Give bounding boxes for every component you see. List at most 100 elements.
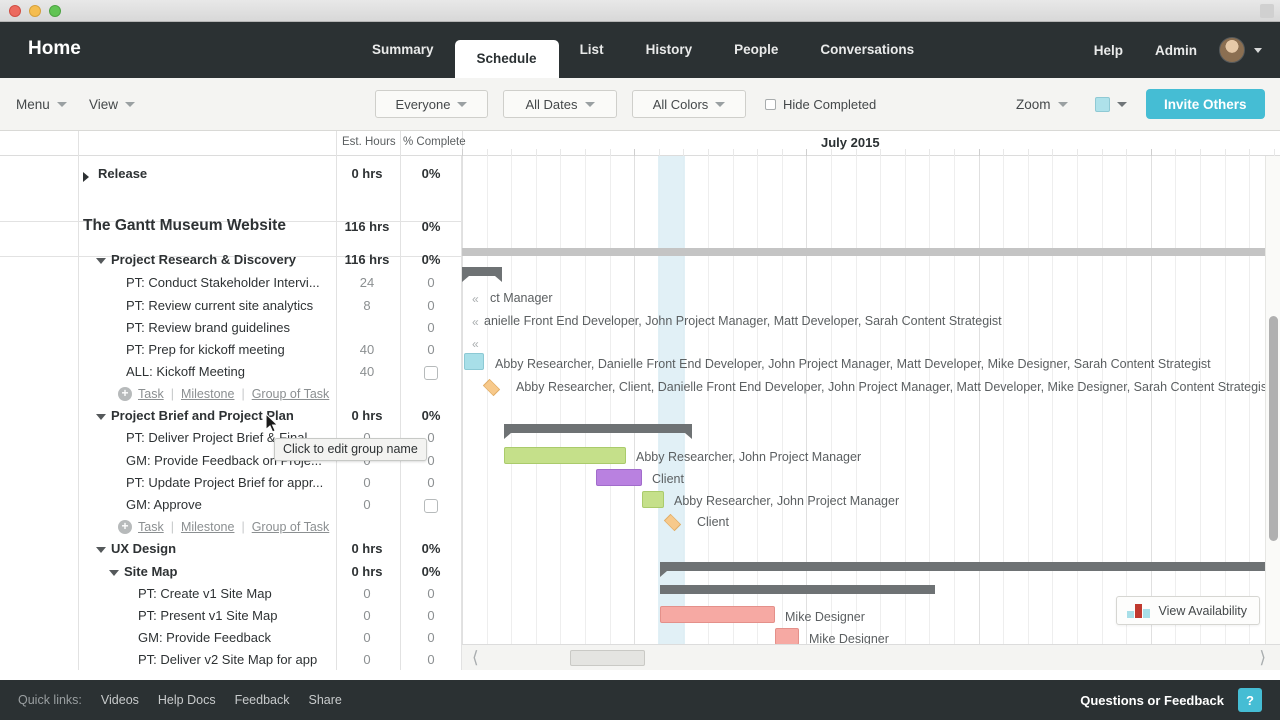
add-task-link[interactable]: Task [138, 520, 164, 534]
footer-link-feedback[interactable]: Feedback [235, 693, 290, 707]
tab-history[interactable]: History [625, 22, 714, 78]
hide-completed-checkbox[interactable] [765, 98, 776, 110]
gantt-bar-task[interactable] [596, 469, 642, 486]
filter-all-dates[interactable]: All Dates [503, 90, 617, 118]
row-name[interactable]: GM: Approve [126, 497, 202, 512]
table-row[interactable]: GM: Provide Feedback 0 0 [0, 628, 462, 650]
gantt-bar-task[interactable] [464, 353, 484, 370]
row-name[interactable]: Site Map [124, 564, 177, 579]
menu-dropdown[interactable]: Menu [16, 97, 67, 112]
row-name[interactable]: PT: Create v1 Site Map [138, 586, 272, 601]
admin-link[interactable]: Admin [1139, 43, 1213, 58]
table-row[interactable]: PT: Create v1 Site Map 0 0 [0, 584, 462, 606]
scroll-left-arrow[interactable]: ⟨ [462, 648, 489, 668]
row-name[interactable]: PT: Review brand guidelines [126, 320, 290, 335]
gantt-bar-task[interactable] [660, 606, 775, 623]
maximize-window-icon[interactable] [49, 4, 61, 17]
row-name[interactable]: GM: Provide Feedback [138, 630, 271, 645]
vertical-scrollbar-track[interactable] [1265, 156, 1280, 670]
task-list-pane[interactable]: Release 0 hrs 0% The Gantt Museum Website 11… [0, 156, 462, 670]
vertical-scrollbar-thumb[interactable] [1269, 316, 1278, 541]
filter-all-colors[interactable]: All Colors [632, 90, 746, 118]
table-row[interactable]: UX Design 0 hrs 0% [0, 539, 462, 561]
table-row[interactable]: PT: Update Project Brief for appr... 0 0 [0, 473, 462, 495]
table-row[interactable]: PT: Present v1 Site Map 0 0 [0, 606, 462, 628]
gantt-bar-task[interactable] [775, 628, 799, 645]
row-name[interactable]: ALL: Kickoff Meeting [126, 364, 245, 379]
color-picker[interactable] [1095, 96, 1127, 112]
scroll-right-arrow[interactable]: ⟩ [1249, 648, 1276, 668]
tab-schedule[interactable]: Schedule [454, 40, 559, 78]
gantt-chart-canvas[interactable]: « ct Manager « anielle Front End Develop… [462, 156, 1280, 670]
plus-icon[interactable]: + [118, 387, 132, 401]
hide-completed-toggle[interactable]: Hide Completed [765, 97, 876, 112]
help-question-icon[interactable]: ? [1238, 688, 1262, 712]
horizontal-scrollbar-thumb[interactable] [570, 649, 645, 666]
collapse-triangle-icon[interactable] [96, 547, 106, 553]
gantt-bar-uxdesign-summary[interactable] [660, 562, 1280, 577]
titlebar-extra-button[interactable] [1260, 4, 1274, 18]
table-row[interactable]: ALL: Kickoff Meeting 40 [0, 362, 462, 384]
gantt-bar-sitemap-summary[interactable] [660, 585, 935, 594]
tab-people[interactable]: People [713, 22, 799, 78]
tab-conversations[interactable]: Conversations [799, 22, 935, 78]
table-row[interactable]: PT: Review brand guidelines 0 [0, 318, 462, 340]
row-name[interactable]: PT: Review current site analytics [126, 298, 313, 313]
table-row[interactable]: PT: Deliver v2 Site Map for app 0 0 [0, 650, 462, 670]
gantt-bar-task[interactable] [504, 447, 626, 464]
zoom-control[interactable]: Zoom [1016, 97, 1068, 112]
gantt-bar-research-summary[interactable] [462, 267, 502, 282]
row-name[interactable]: PT: Prep for kickoff meeting [126, 342, 285, 357]
add-milestone-link[interactable]: Milestone [181, 387, 235, 401]
table-row[interactable]: Site Map 0 hrs 0% [0, 562, 462, 584]
add-group-link[interactable]: Group of Task [252, 520, 330, 534]
collapse-triangle-icon[interactable] [96, 258, 106, 264]
add-group-link[interactable]: Group of Task [252, 387, 330, 401]
add-milestone-link[interactable]: Milestone [181, 520, 235, 534]
table-row[interactable]: PT: Review current site analytics 8 0 [0, 296, 462, 318]
gantt-milestone-diamond[interactable] [482, 378, 501, 397]
row-name[interactable]: PT: Conduct Stakeholder Intervi... [126, 275, 320, 290]
row-name[interactable]: Project Research & Discovery [111, 252, 296, 267]
row-name[interactable]: PT: Update Project Brief for appr... [126, 475, 323, 490]
brand-home-link[interactable]: Home [28, 38, 81, 60]
row-name[interactable]: The Gantt Museum Website [83, 217, 286, 235]
footer-link-help-docs[interactable]: Help Docs [158, 693, 216, 707]
table-row[interactable]: PT: Prep for kickoff meeting 40 0 [0, 340, 462, 362]
gantt-bar-project-summary[interactable] [462, 248, 1280, 256]
view-dropdown[interactable]: View [89, 97, 136, 112]
invite-others-button[interactable]: Invite Others [1146, 89, 1265, 119]
table-row[interactable]: GM: Approve 0 [0, 495, 462, 517]
close-window-icon[interactable] [9, 4, 21, 17]
row-complete-checkbox[interactable] [424, 499, 438, 513]
table-row[interactable]: The Gantt Museum Website 116 hrs 0% [0, 217, 462, 239]
questions-or-feedback-label[interactable]: Questions or Feedback [1080, 693, 1224, 708]
row-name[interactable]: PT: Deliver v2 Site Map for app [138, 652, 317, 667]
table-row[interactable]: Project Research & Discovery 116 hrs 0% [0, 250, 462, 272]
help-link[interactable]: Help [1078, 43, 1139, 58]
row-name[interactable]: Release [98, 166, 147, 181]
row-name[interactable]: UX Design [111, 541, 176, 556]
collapse-triangle-icon[interactable] [96, 414, 106, 420]
tab-list[interactable]: List [559, 22, 625, 78]
minimize-window-icon[interactable] [29, 4, 41, 17]
filter-everyone[interactable]: Everyone [375, 90, 488, 118]
table-row[interactable]: Release 0 hrs 0% [0, 164, 462, 186]
expand-triangle-icon[interactable] [83, 172, 89, 182]
chevron-down-icon[interactable] [1254, 47, 1262, 53]
gantt-bar-brief-summary[interactable] [504, 424, 692, 439]
plus-icon[interactable]: + [118, 520, 132, 534]
row-complete-checkbox[interactable] [424, 366, 438, 380]
avatar[interactable] [1219, 37, 1245, 63]
chevron-down-icon[interactable] [1117, 101, 1127, 107]
color-swatch[interactable] [1095, 96, 1110, 112]
table-row[interactable]: Project Brief and Project Plan 0 hrs 0% [0, 406, 462, 428]
gantt-bar-task[interactable] [642, 491, 664, 508]
add-task-link[interactable]: Task [138, 387, 164, 401]
footer-link-videos[interactable]: Videos [101, 693, 139, 707]
collapse-triangle-icon[interactable] [109, 570, 119, 576]
row-name[interactable]: PT: Present v1 Site Map [138, 608, 277, 623]
table-row[interactable]: PT: Conduct Stakeholder Intervi... 24 0 [0, 273, 462, 295]
view-availability-button[interactable]: View Availability [1115, 596, 1260, 625]
footer-link-share[interactable]: Share [308, 693, 341, 707]
